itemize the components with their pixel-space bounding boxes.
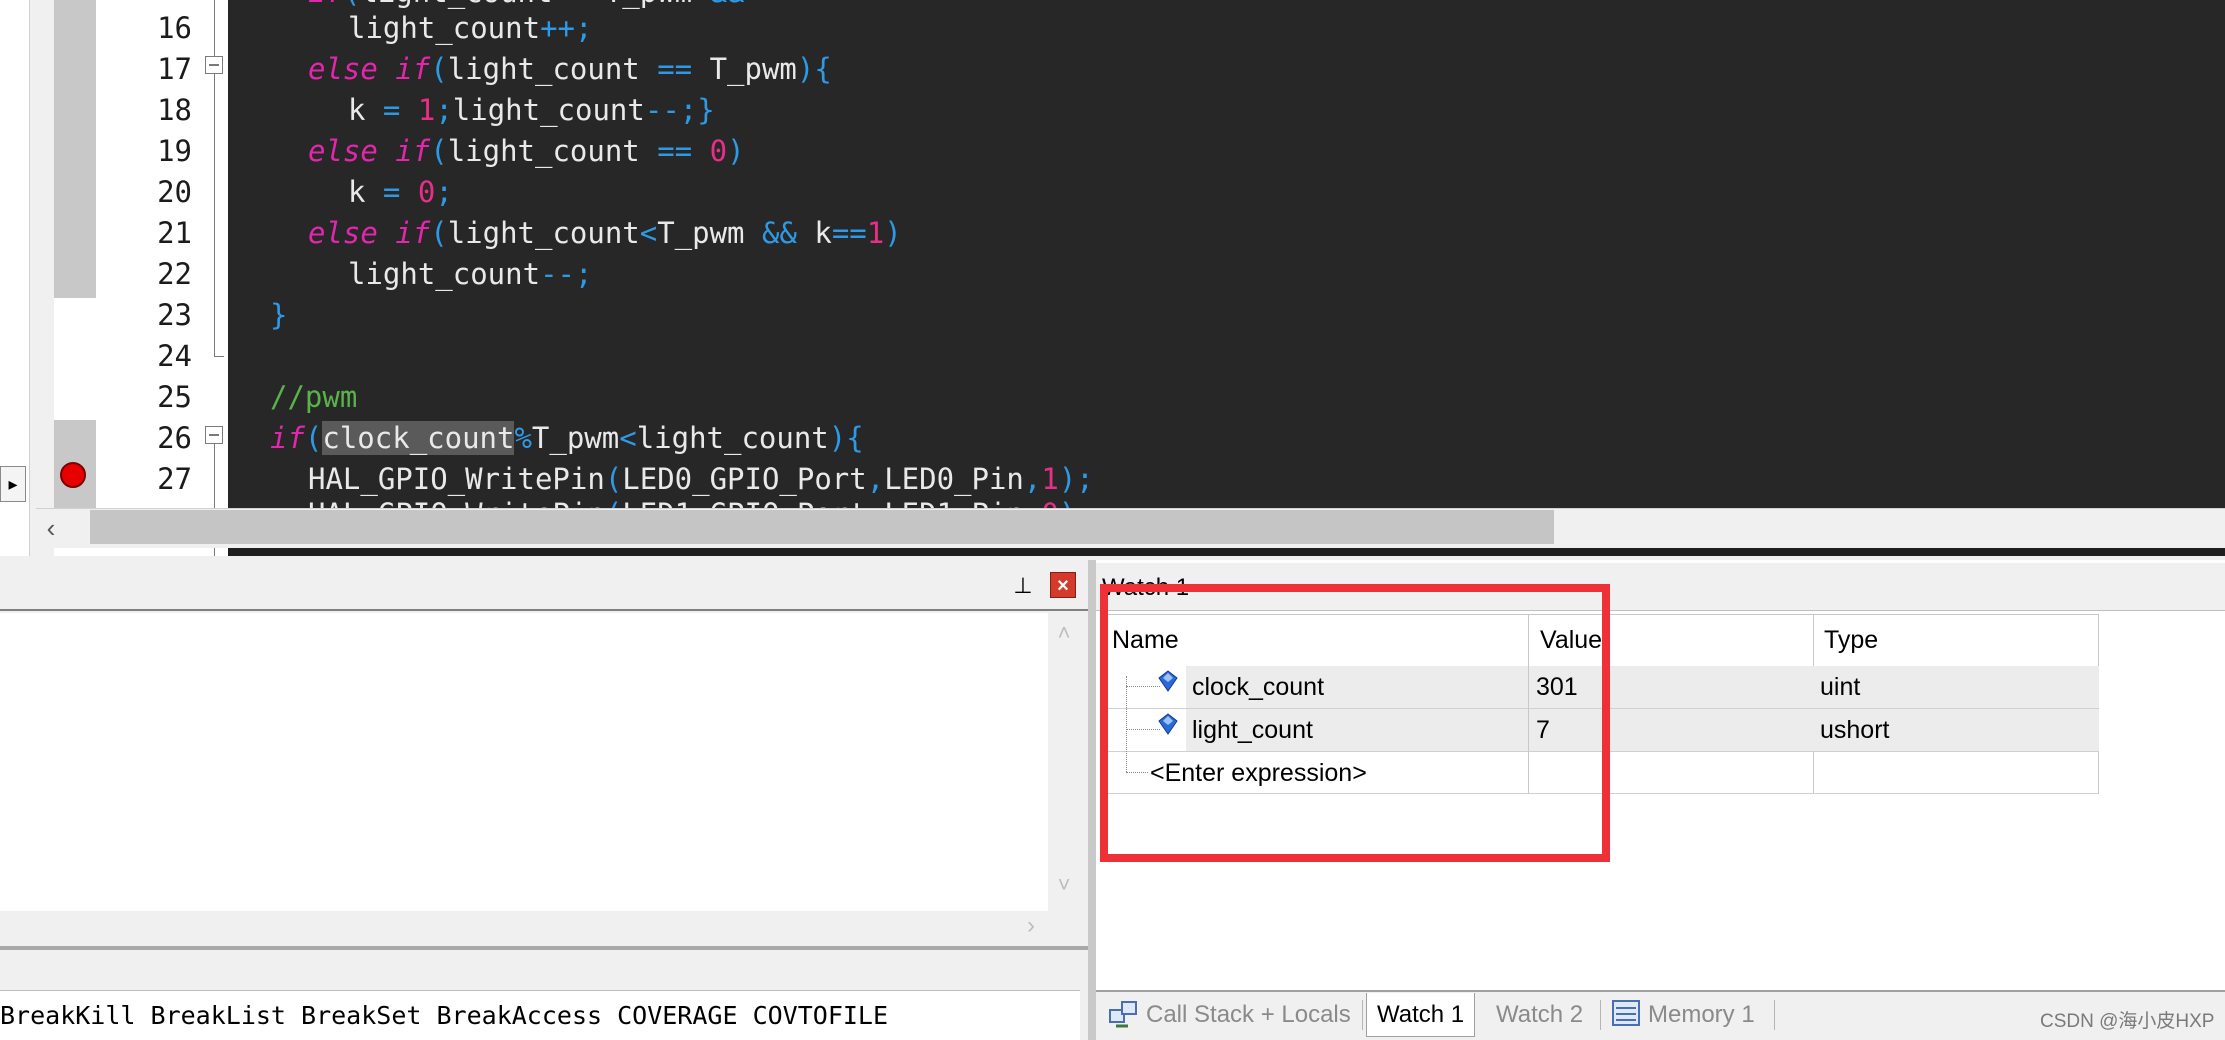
tab-separator [1600,1000,1601,1030]
code-area[interactable]: if(light_count < T_pwm && light_count++;… [228,0,2225,548]
fold-end-tick [214,356,224,357]
fold-column [204,0,230,556]
close-icon[interactable]: × [1050,572,1076,598]
horizontal-scrollbar[interactable] [0,911,1080,941]
call-stack-icon [1109,1001,1137,1028]
tab-call-stack-locals[interactable]: Call Stack + Locals [1146,993,1351,1037]
line-number: 16 [157,11,192,45]
scroll-right-icon[interactable]: › [1016,911,1046,941]
fold-collapse-icon[interactable] [205,56,223,74]
line-number: 21 [157,216,192,250]
panel-splitter[interactable] [1088,560,1096,1040]
scrollbar-thumb[interactable] [90,510,1554,544]
line-number: 27 [157,462,192,496]
tab-separator [1362,1000,1363,1030]
line-number: 24 [157,339,192,373]
command-output[interactable] [0,613,1048,911]
fold-collapse-icon[interactable] [205,426,223,444]
code-line-16: light_count++; [348,11,593,45]
editor-bottom-edge [228,548,2225,556]
tab-watch-2[interactable]: Watch 2 [1496,993,1583,1037]
code-line-18: k = 1;light_count--;} [348,93,715,127]
watermark: CSDN @海小皮HXP [2040,1011,2215,1032]
code-line-25: //pwm [270,380,358,414]
scroll-up-icon[interactable]: ˄ [1048,618,1080,648]
line-number: 18 [157,93,192,127]
code-line-23: } [270,298,288,332]
code-line-17: else if(light_count == T_pwm){ [308,52,832,86]
line-number: 20 [157,175,192,209]
memory-icon [1612,1000,1640,1026]
command-hint-text: BreakKill BreakList BreakSet BreakAccess… [0,1001,889,1030]
tab-memory-1[interactable]: Memory 1 [1648,993,1755,1037]
command-panel-header [0,563,1088,611]
code-line-19: else if(light_count == 0) [308,134,745,168]
line-number: 22 [157,257,192,291]
panel-separator [0,946,1088,950]
code-line-21: else if(light_count<T_pwm && k==1) [308,216,902,250]
gutter [32,0,54,556]
scroll-down-icon[interactable]: ˅ [1048,870,1080,900]
scroll-left-icon[interactable]: ‹ [36,512,66,544]
execution-coverage-bar [54,0,96,298]
fold-guide [214,74,215,356]
pin-icon[interactable]: ⊥ [1010,572,1036,600]
line-number: 23 [157,298,192,332]
column-header-type[interactable]: Type [1818,614,2098,666]
tab-separator [1774,1000,1775,1030]
line-number: 25 [157,380,192,414]
code-line-20: k = 0; [348,175,453,209]
vertical-scrollbar[interactable] [1048,613,1080,911]
watch-row-type: ushort [1820,716,1890,744]
watch-row-type: uint [1820,673,1861,701]
highlight-annotation-frame [1100,584,1610,862]
breakpoint-icon[interactable] [60,462,86,488]
code-line-26: if(clock_count%T_pwm<light_count){ [270,421,864,455]
line-number: 19 [157,134,192,168]
line-number: 17 [157,52,192,86]
expand-arrow-icon[interactable]: ▸ [0,466,26,502]
fold-guide [214,0,215,56]
tab-watch-1[interactable]: Watch 1 [1366,993,1476,1037]
line-number: 26 [157,421,192,455]
code-line-22: light_count--; [348,257,593,291]
